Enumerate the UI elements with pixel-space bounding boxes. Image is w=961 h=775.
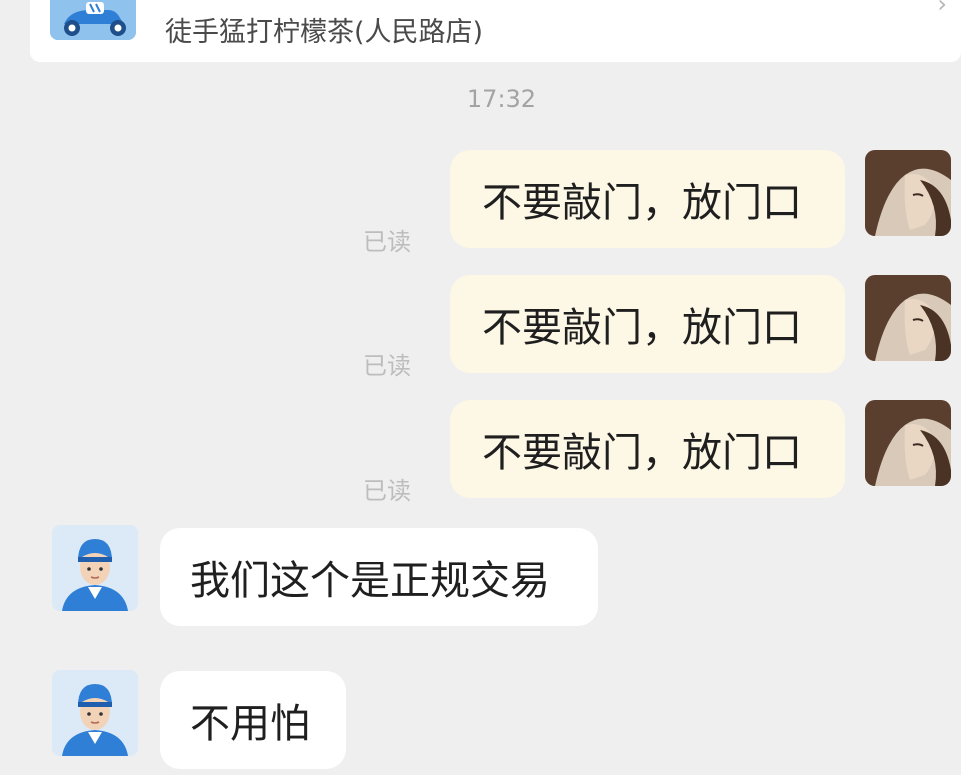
incoming-message-bubble[interactable]: 不用怕 xyxy=(160,671,346,769)
read-status: 已读 xyxy=(363,352,411,380)
order-store-title: 徒手猛打柠檬茶(人民路店) xyxy=(165,17,484,48)
message-timestamp: 17:32 xyxy=(466,85,537,113)
read-status: 已读 xyxy=(363,477,411,505)
user-avatar[interactable] xyxy=(865,400,951,486)
order-card[interactable]: 徒手猛打柠檬茶(人民路店) › xyxy=(30,0,961,62)
courier-avatar[interactable] xyxy=(52,670,138,756)
user-avatar[interactable] xyxy=(865,150,951,236)
incoming-message-bubble[interactable]: 我们这个是正规交易 xyxy=(160,528,598,626)
outgoing-message-bubble[interactable]: 不要敲门，放门口 xyxy=(450,400,845,498)
chevron-right-icon[interactable]: › xyxy=(937,0,947,18)
outgoing-message-bubble[interactable]: 不要敲门，放门口 xyxy=(450,275,845,373)
read-status: 已读 xyxy=(363,228,411,256)
outgoing-message-bubble[interactable]: 不要敲门，放门口 xyxy=(450,150,845,248)
courier-avatar[interactable] xyxy=(52,525,138,611)
user-avatar[interactable] xyxy=(865,275,951,361)
delivery-scooter-icon xyxy=(50,0,136,40)
